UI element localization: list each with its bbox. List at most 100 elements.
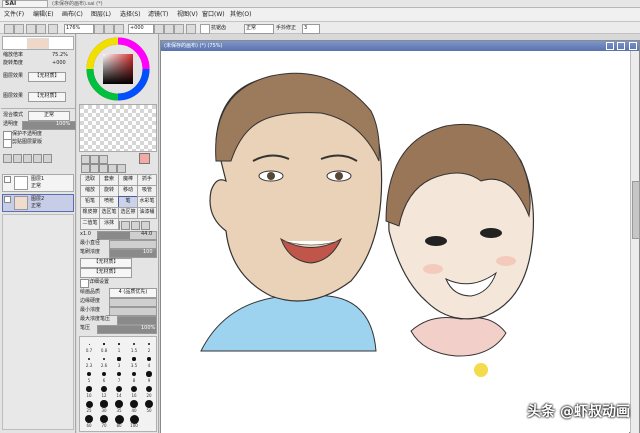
redo-icon[interactable] — [14, 24, 24, 34]
brush-size-preset[interactable]: 30 — [97, 399, 111, 413]
menu-edit[interactable]: 编辑(E) — [33, 10, 53, 20]
brush-size-preset[interactable]: 10 — [82, 384, 96, 398]
zoom-in-icon[interactable] — [104, 24, 114, 34]
detail-toggle[interactable] — [80, 279, 89, 288]
brush-shape-icon[interactable] — [141, 221, 150, 230]
effect-select[interactable]: 【无材质】 — [28, 92, 66, 102]
brush-size-preset[interactable]: 2.3 — [82, 354, 96, 368]
deselect-icon[interactable] — [26, 24, 36, 34]
brush-size-preset[interactable]: 1.5 — [127, 339, 141, 353]
menu-file[interactable]: 文件(F) — [4, 10, 24, 20]
brush-size-preset[interactable]: 80 — [112, 414, 126, 428]
brush-size-preset[interactable]: 100 — [127, 414, 141, 428]
menu-window[interactable]: 窗口(W) — [202, 10, 225, 20]
eyedropper-icon[interactable] — [117, 164, 126, 173]
brush-size-preset[interactable]: 16 — [127, 384, 141, 398]
new-layer-icon[interactable] — [3, 154, 12, 163]
flip-icon[interactable] — [186, 24, 196, 34]
stabilizer-select[interactable]: 3 — [302, 24, 320, 34]
menu-filter[interactable]: 滤镜(T) — [148, 10, 168, 20]
zoom-reset-icon[interactable] — [114, 24, 124, 34]
brush-texture-select[interactable]: 【无材质】 — [80, 258, 132, 268]
maximize-icon[interactable] — [617, 42, 626, 50]
brush-size-preset[interactable]: 20 — [142, 384, 156, 398]
show-selection-icon[interactable] — [48, 24, 58, 34]
tool-button[interactable]: 涂抹 — [99, 218, 119, 230]
brush-size-preset[interactable]: 0.8 — [97, 339, 111, 353]
rotate-reset-icon[interactable] — [174, 24, 184, 34]
scrollbar-thumb[interactable] — [632, 181, 640, 239]
menu-select[interactable]: 选择(S) — [120, 10, 141, 20]
undo-icon[interactable] — [4, 24, 14, 34]
color-wheel[interactable] — [81, 36, 155, 102]
zoom-out-icon[interactable] — [94, 24, 104, 34]
brush-size-preset[interactable]: 2.6 — [97, 354, 111, 368]
eye-icon[interactable] — [4, 176, 11, 183]
delete-layer-icon[interactable] — [43, 154, 52, 163]
brush-size-preset[interactable]: 7 — [112, 369, 126, 383]
zoom-tool-icon[interactable] — [90, 164, 99, 173]
tool-button[interactable]: 二值笔 — [80, 218, 100, 230]
hand-tool-icon[interactable] — [108, 164, 117, 173]
rotate-left-icon[interactable] — [154, 24, 164, 34]
edge-slider[interactable] — [109, 298, 157, 307]
brush-size-preset[interactable]: 35 — [112, 399, 126, 413]
rotate-tool-icon[interactable] — [99, 164, 108, 173]
menu-other[interactable]: 其他(O) — [230, 10, 251, 20]
brush-size-preset[interactable]: 3 — [112, 354, 126, 368]
brush-shape-icon[interactable] — [121, 221, 130, 230]
move-tool-icon[interactable] — [81, 164, 90, 173]
brush-texture2-select[interactable]: 【无材质】 — [80, 268, 132, 278]
layer-row-selected[interactable]: 图层2 正常 — [2, 194, 74, 212]
scratchpad[interactable] — [79, 104, 157, 152]
brush-size-label: 1 — [117, 348, 121, 353]
brush-size-preset[interactable]: 9 — [142, 369, 156, 383]
eye-icon[interactable] — [4, 196, 11, 203]
antialias-checkbox[interactable] — [200, 24, 210, 34]
brush-size-preset[interactable]: 1 — [112, 339, 126, 353]
brush-size-preset[interactable]: 25 — [82, 399, 96, 413]
select-tool-icon[interactable] — [81, 155, 90, 164]
texture-select[interactable]: 【无材质】 — [28, 72, 66, 82]
lasso-tool-icon[interactable] — [90, 155, 99, 164]
close-icon[interactable] — [629, 42, 637, 50]
primary-color-swatch[interactable] — [139, 153, 150, 164]
brush-size-preset[interactable]: 40 — [127, 399, 141, 413]
zoom-field[interactable]: 176% — [64, 24, 94, 34]
brush-size-preset[interactable]: 5 — [82, 369, 96, 383]
copy-layer-icon[interactable] — [23, 154, 32, 163]
quality-select[interactable]: 4 (品质优先) — [109, 288, 157, 298]
layer-list-empty-area[interactable] — [2, 214, 74, 430]
brush-size-preset[interactable]: 50 — [142, 399, 156, 413]
minimize-icon[interactable] — [605, 42, 614, 50]
brush-size-preset[interactable]: 4 — [142, 354, 156, 368]
brush-size-preset[interactable]: 8 — [127, 369, 141, 383]
new-layer-set-icon[interactable] — [13, 154, 22, 163]
min-density-slider[interactable] — [109, 307, 157, 316]
brush-size-preset[interactable]: 6 — [97, 369, 111, 383]
brush-size-preset[interactable]: 3.5 — [127, 354, 141, 368]
brush-size-preset[interactable]: 60 — [82, 414, 96, 428]
vertical-scrollbar[interactable] — [630, 51, 640, 433]
brush-size-preset[interactable]: 14 — [112, 384, 126, 398]
brush-size-preset[interactable]: 2 — [142, 339, 156, 353]
layer-row[interactable]: 图层1 正常 — [2, 174, 74, 192]
angle-field[interactable]: +000 — [128, 24, 154, 34]
navigator-preview[interactable] — [2, 36, 74, 50]
menu-view[interactable]: 视图(V) — [177, 10, 198, 20]
clip-checkbox[interactable] — [3, 139, 12, 148]
brush-size-preset[interactable]: 0.7 — [82, 339, 96, 353]
menu-canvas[interactable]: 画布(C) — [62, 10, 83, 20]
menu-layer[interactable]: 图层(L) — [91, 10, 111, 20]
tool-button[interactable]: 选区擦 — [118, 207, 138, 219]
merge-layer-icon[interactable] — [33, 154, 42, 163]
rotate-right-icon[interactable] — [164, 24, 174, 34]
invert-selection-icon[interactable] — [36, 24, 46, 34]
brush-shape-icon[interactable] — [131, 221, 140, 230]
tool-button[interactable]: 油漆桶 — [137, 207, 157, 219]
magic-wand-icon[interactable] — [99, 155, 108, 164]
artwork-canvas[interactable] — [161, 51, 629, 433]
normal-select[interactable]: 正常 — [244, 24, 274, 34]
brush-size-preset[interactable]: 12 — [97, 384, 111, 398]
brush-size-preset[interactable]: 70 — [97, 414, 111, 428]
